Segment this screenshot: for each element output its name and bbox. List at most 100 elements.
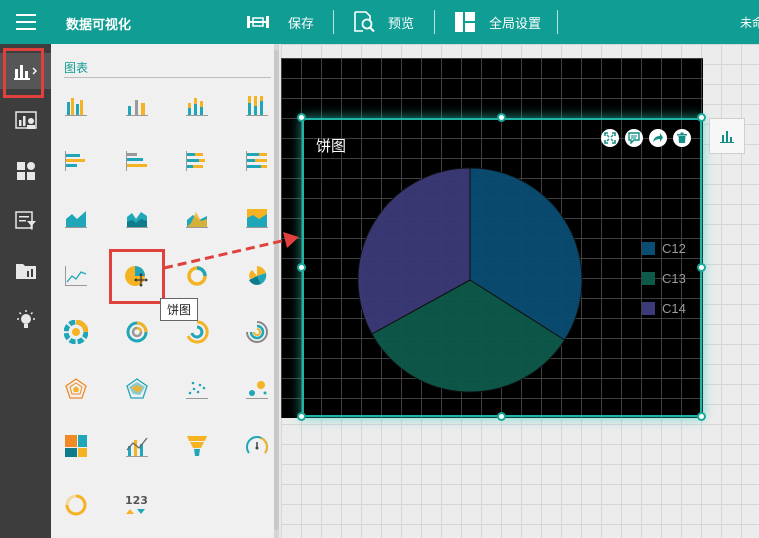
panel-scrollbar-thumb[interactable] xyxy=(274,50,279,530)
percent-column-icon xyxy=(246,96,268,116)
preview-button[interactable]: 预览 xyxy=(352,0,414,44)
area-chart-icon xyxy=(65,211,87,228)
app-title: 数据可视化 xyxy=(66,18,132,33)
chart-type-radial-pie[interactable] xyxy=(62,318,90,346)
rail-item-filter[interactable] xyxy=(0,203,51,239)
resize-handle-bottom[interactable] xyxy=(497,412,506,421)
grouped-column-icon xyxy=(126,100,148,116)
left-rail xyxy=(0,44,51,538)
data-analysis-icon xyxy=(14,111,37,129)
comment-icon xyxy=(628,132,640,144)
toolbar-divider xyxy=(434,10,435,34)
chart-type-combo[interactable] xyxy=(123,432,151,460)
chart-type-radar[interactable] xyxy=(62,375,90,403)
components-icon xyxy=(16,162,35,180)
number-indicator-icon: 123 xyxy=(125,494,148,514)
global-settings-button[interactable]: 全局设置 xyxy=(455,0,541,44)
expand-icon xyxy=(604,132,616,144)
stacked-bar-icon xyxy=(186,151,205,171)
selection-highlight xyxy=(3,48,44,98)
save-label: 保存 xyxy=(288,16,315,32)
chart-type-funnel[interactable] xyxy=(183,432,211,460)
top-bar: 数据可视化 保存 预览 全局设置 未命名 xyxy=(0,0,759,44)
column-chart-icon xyxy=(65,98,87,116)
legend-swatch xyxy=(642,302,655,315)
filter-icon xyxy=(14,211,36,230)
rail-item-data-analysis[interactable] xyxy=(0,103,51,139)
pie-tooltip: 饼图 xyxy=(160,298,199,321)
document-name: 未命名 xyxy=(740,16,759,30)
chart-type-progress[interactable] xyxy=(62,491,90,519)
legend-label: C12 xyxy=(662,241,686,256)
chart-type-scatter[interactable] xyxy=(183,375,211,403)
bar-chart-horizontal-icon xyxy=(65,151,85,171)
preview-label: 预览 xyxy=(388,16,415,32)
comment-button[interactable] xyxy=(625,129,643,147)
chart-type-area[interactable] xyxy=(62,204,90,232)
progress-ring-icon xyxy=(65,494,87,516)
rail-item-components[interactable] xyxy=(0,153,51,189)
percent-bar-icon xyxy=(246,151,267,171)
legend-item-c14[interactable]: C14 xyxy=(642,301,686,316)
share-button[interactable] xyxy=(649,129,667,147)
menu-icon[interactable] xyxy=(16,14,36,30)
share-icon xyxy=(653,133,663,142)
resize-handle-top-right[interactable] xyxy=(697,113,706,122)
legend-item-c13[interactable]: C13 xyxy=(642,271,686,286)
global-settings-label: 全局设置 xyxy=(489,16,542,32)
resize-handle-bottom-left[interactable] xyxy=(297,412,306,421)
funnel-chart-icon xyxy=(187,436,207,456)
delete-button[interactable] xyxy=(673,129,691,147)
chart-type-number[interactable]: 123 xyxy=(123,491,151,519)
chart-type-gauge[interactable] xyxy=(243,432,271,460)
drag-arrow xyxy=(163,232,299,270)
svg-text:123: 123 xyxy=(125,494,148,507)
fullscreen-button[interactable] xyxy=(601,129,619,147)
layout-icon xyxy=(455,12,475,32)
chart-type-bar-stacked[interactable] xyxy=(183,147,211,175)
chart-type-column-stacked[interactable] xyxy=(183,91,211,119)
radial-pie-icon xyxy=(64,320,88,344)
scatter-chart-icon xyxy=(186,381,208,399)
resize-handle-top[interactable] xyxy=(497,113,506,122)
toolbar-divider xyxy=(333,10,334,34)
legend-swatch xyxy=(642,242,655,255)
panel-divider xyxy=(64,77,271,78)
chart-type-radar-filled[interactable] xyxy=(123,375,151,403)
chart-properties-button[interactable] xyxy=(709,118,745,154)
save-icon xyxy=(247,16,269,28)
panel-title: 图表 xyxy=(64,61,89,75)
chart-type-radial-bar[interactable] xyxy=(183,318,211,346)
radial-column-icon xyxy=(246,321,268,343)
chart-type-line[interactable] xyxy=(62,262,90,290)
chart-type-bar-percent[interactable] xyxy=(243,147,271,175)
chart-type-area-stacked[interactable] xyxy=(123,204,151,232)
grouped-bar-icon xyxy=(126,151,147,171)
chart-type-bubble[interactable] xyxy=(243,375,271,403)
rail-item-ideas[interactable] xyxy=(0,303,51,339)
chart-type-bar[interactable] xyxy=(62,147,90,175)
radial-bar-icon xyxy=(186,320,209,344)
bar-chart-icon xyxy=(720,131,734,143)
preview-icon xyxy=(354,11,375,33)
resize-handle-top-left[interactable] xyxy=(297,113,306,122)
bubble-chart-icon xyxy=(246,381,268,399)
trash-icon xyxy=(677,132,687,143)
chart-type-column[interactable] xyxy=(62,91,90,119)
chart-type-treemap[interactable] xyxy=(62,432,90,460)
combo-chart-icon xyxy=(126,437,148,457)
rail-item-folder[interactable] xyxy=(0,253,51,289)
chart-type-multi-ring[interactable] xyxy=(123,318,151,346)
multi-ring-icon xyxy=(126,321,148,343)
chart-type-column-percent[interactable] xyxy=(243,91,271,119)
chart-type-bar-grouped[interactable] xyxy=(123,147,151,175)
resize-handle-right[interactable] xyxy=(697,263,706,272)
chart-type-column-grouped[interactable] xyxy=(123,91,151,119)
gauge-chart-icon xyxy=(246,436,268,454)
legend-item-c12[interactable]: C12 xyxy=(642,241,686,256)
save-button[interactable]: 保存 xyxy=(246,0,314,44)
resize-handle-bottom-right[interactable] xyxy=(697,412,706,421)
chart-type-radial-column[interactable] xyxy=(243,318,271,346)
legend-label: C13 xyxy=(662,271,686,286)
pie-chart xyxy=(357,167,583,393)
